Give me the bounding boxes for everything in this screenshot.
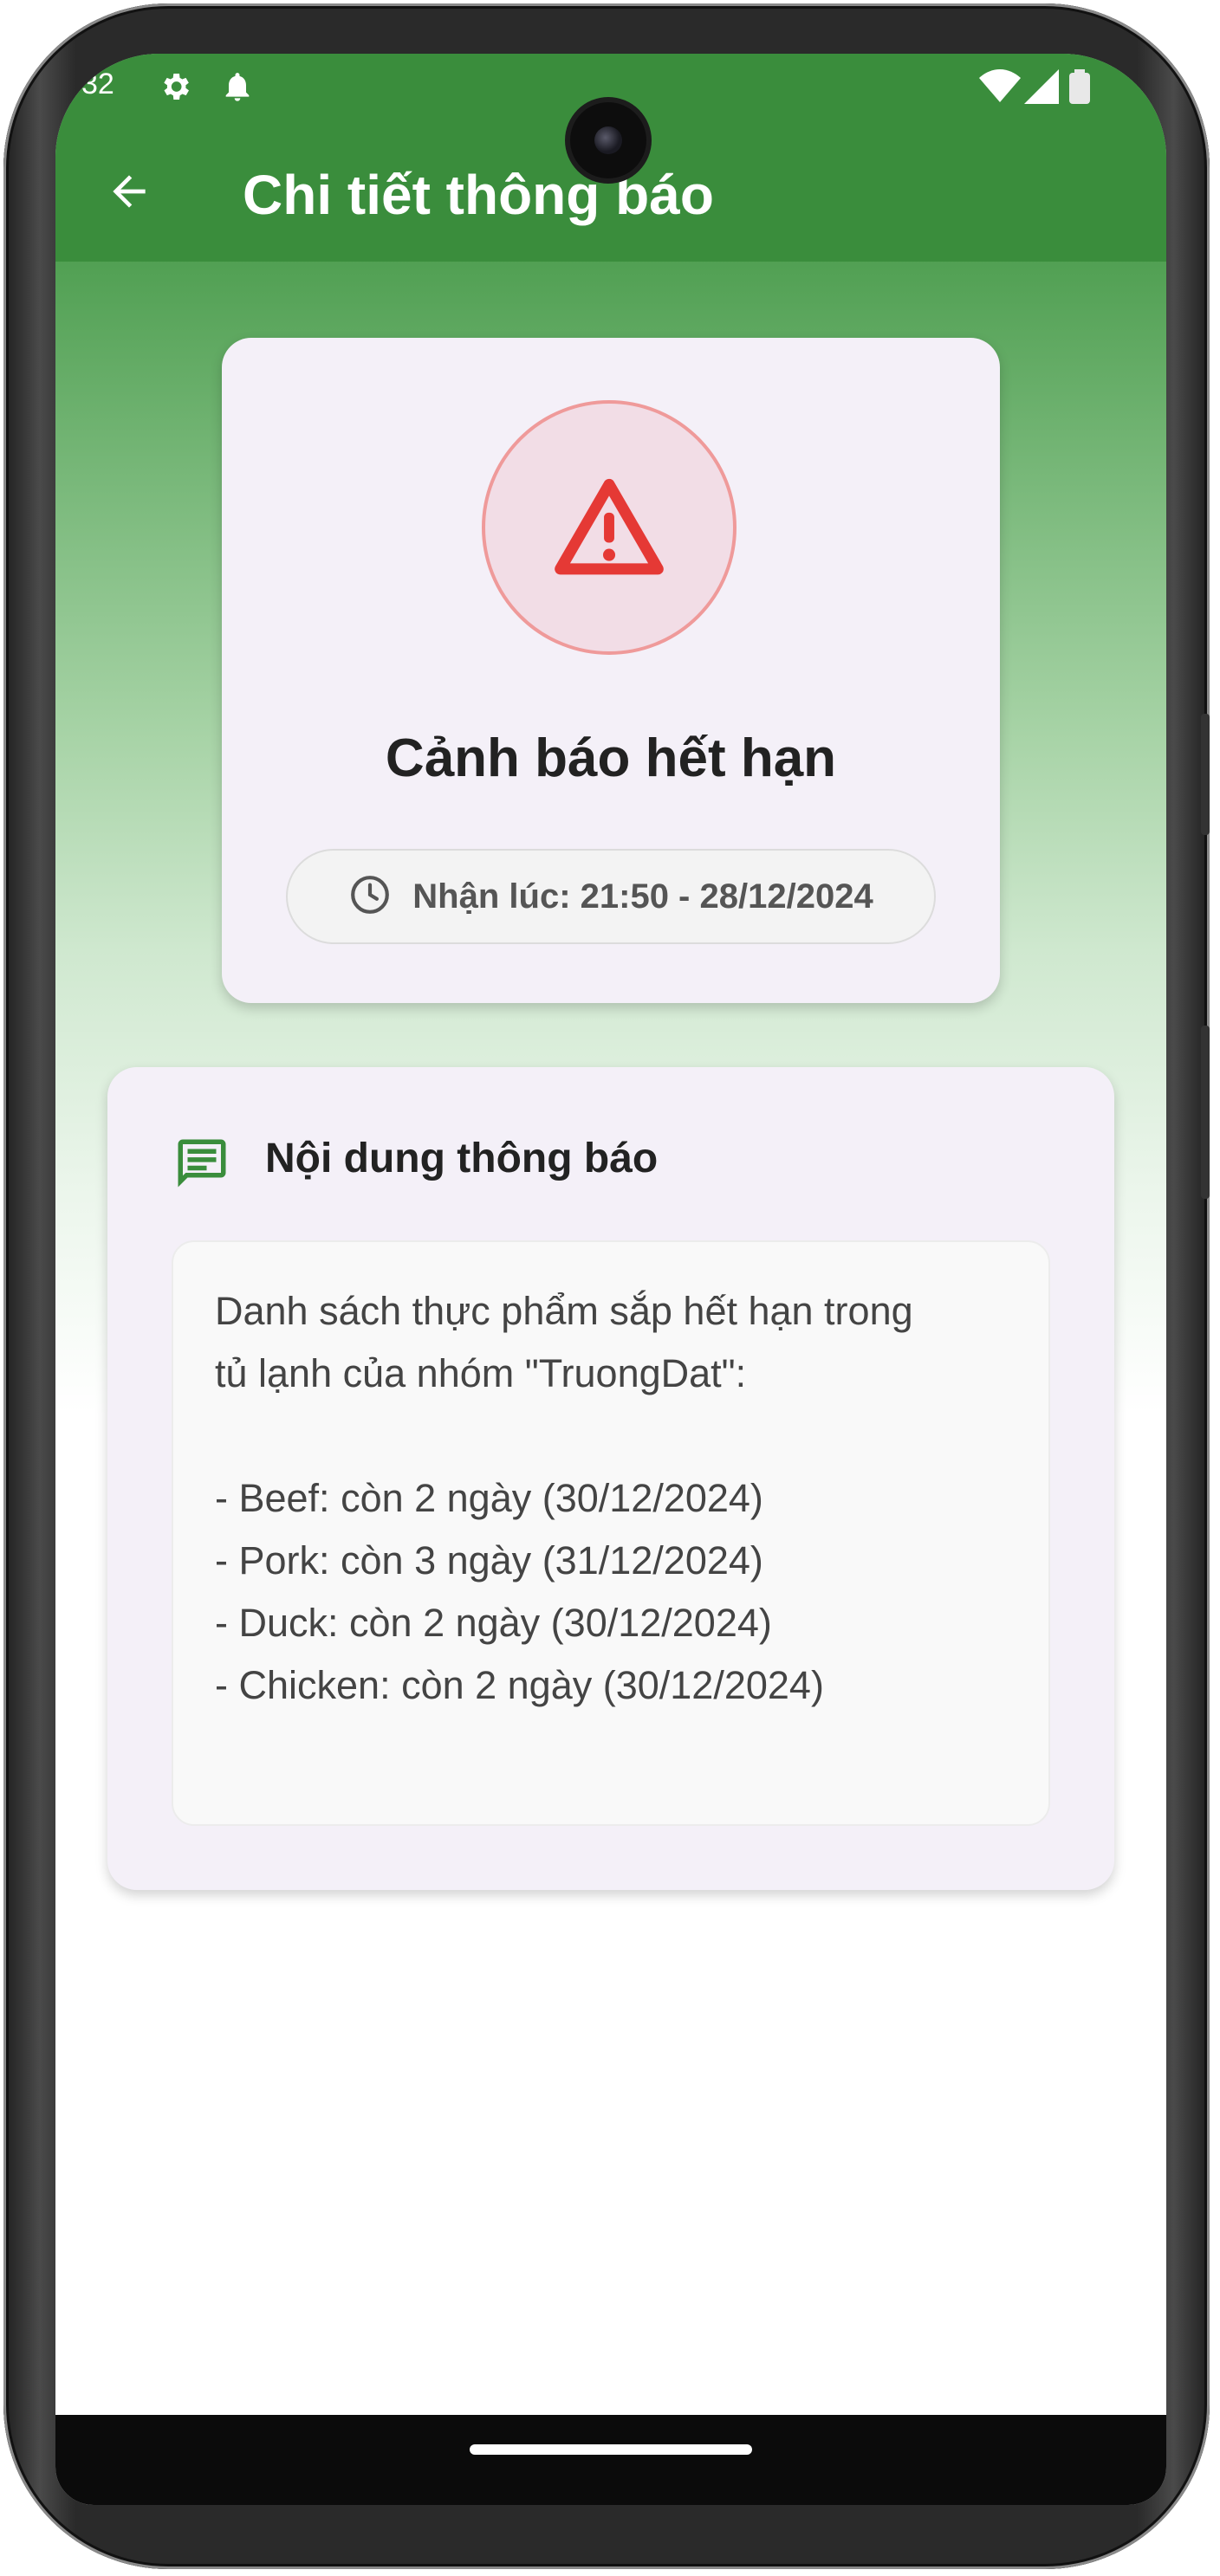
received-time-chip: Nhận lúc: 21:50 - 28/12/2024 xyxy=(286,849,936,944)
warning-badge xyxy=(482,400,737,655)
message-icon xyxy=(173,1135,230,1196)
message-line: - Chicken: còn 2 ngày (30/12/2024) xyxy=(215,1663,824,1707)
home-indicator[interactable] xyxy=(470,2444,752,2455)
message-line: tủ lạnh của nhóm "TruongDat": xyxy=(215,1351,747,1395)
front-camera xyxy=(570,102,646,178)
warning-triangle-icon xyxy=(553,474,665,582)
back-button[interactable] xyxy=(99,163,159,223)
alert-title: Cảnh báo hết hạn xyxy=(385,728,837,788)
volume-button xyxy=(1201,714,1210,835)
message-line: - Duck: còn 2 ngày (30/12/2024) xyxy=(215,1601,772,1645)
page-title: Chi tiết thông báo xyxy=(243,164,714,226)
arrow-left-icon xyxy=(105,167,153,220)
message-body: Danh sách thực phẩm sắp hết hạn trong tủ… xyxy=(172,1240,1050,1826)
alert-card: Cảnh báo hết hạn Nhận lúc: 21:50 - 28/12… xyxy=(222,338,1000,1003)
message-line: Danh sách thực phẩm sắp hết hạn trong xyxy=(215,1289,913,1333)
notification-content-card: Nội dung thông báo Danh sách thực phẩm s… xyxy=(107,1067,1114,1890)
signal-icon xyxy=(1024,69,1059,108)
clock-icon xyxy=(348,873,392,921)
power-button xyxy=(1201,1026,1210,1199)
wifi-icon xyxy=(979,69,1021,108)
received-time: Nhận lúc: 21:50 - 28/12/2024 xyxy=(412,877,873,916)
section-title: Nội dung thông báo xyxy=(265,1136,659,1181)
phone-frame: 32 Chi tiết thông báo Cảnh báo hết hạn N… xyxy=(3,3,1210,2569)
status-time: 32 xyxy=(81,68,114,100)
message-line: - Beef: còn 2 ngày (30/12/2024) xyxy=(215,1476,763,1520)
bottom-bezel xyxy=(55,2415,1166,2505)
bell-icon xyxy=(220,69,255,108)
screen: 32 Chi tiết thông báo Cảnh báo hết hạn N… xyxy=(55,54,1166,2505)
battery-icon xyxy=(1069,69,1090,108)
message-line: - Pork: còn 3 ngày (31/12/2024) xyxy=(215,1538,763,1582)
gear-icon xyxy=(158,69,192,108)
